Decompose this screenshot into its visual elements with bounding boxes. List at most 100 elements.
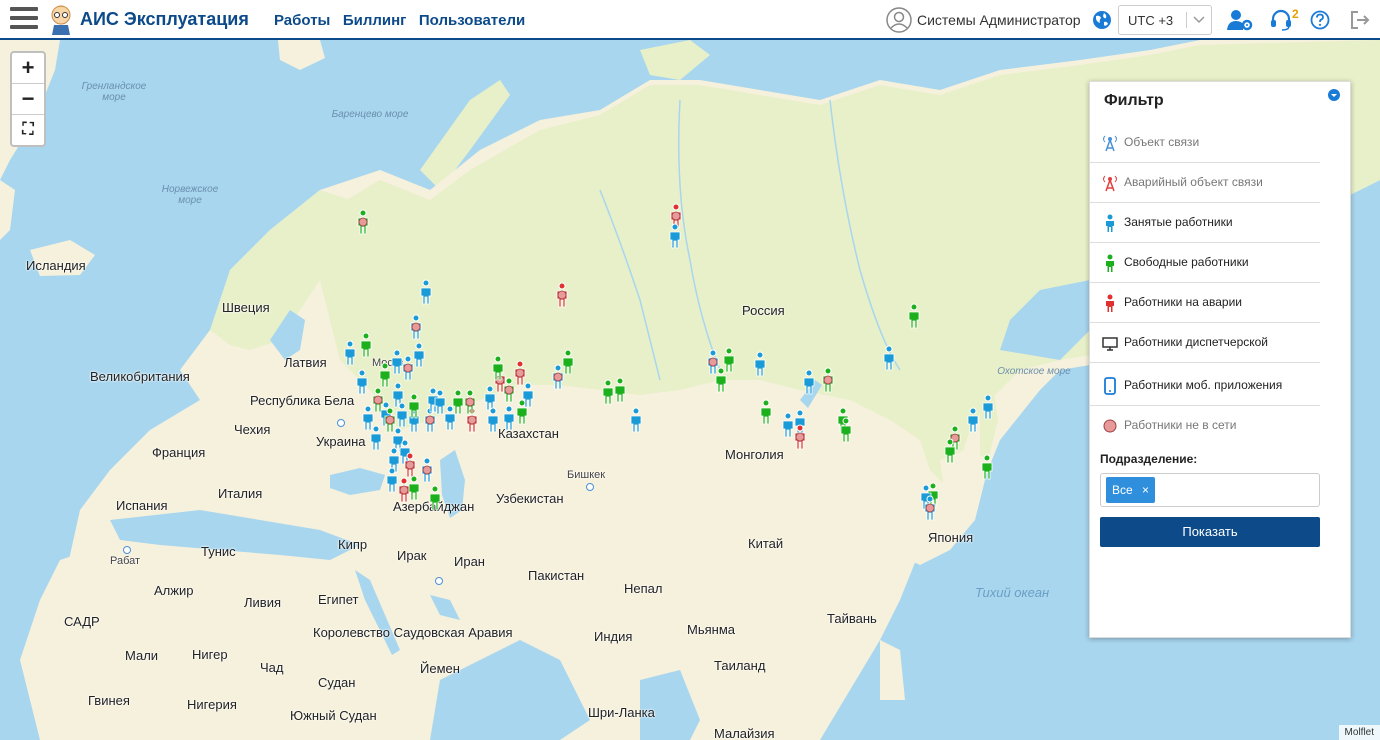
country-label: Мьянма: [687, 622, 735, 637]
filter-panel: Фильтр Объект связи Аварийный объект связ…: [1089, 81, 1351, 638]
worker-free-marker[interactable]: [821, 367, 835, 393]
country-label: Иран: [454, 554, 485, 569]
zoom-in-button[interactable]: +: [12, 53, 44, 84]
nav-users[interactable]: Пользователи: [419, 12, 525, 29]
zoom-control: + − ⛶: [10, 51, 46, 147]
filter-item-label: Объект связи: [1124, 135, 1200, 149]
filter-item-monitor[interactable]: Работники диспетчерской: [1090, 322, 1320, 363]
country-label: Исландия: [26, 258, 86, 273]
country-label: Судан: [318, 675, 356, 690]
nav-works[interactable]: Работы: [274, 12, 330, 29]
country-label: Нигер: [192, 647, 228, 662]
worker-free-icon: [1101, 254, 1119, 272]
worker-busy-marker[interactable]: [923, 495, 937, 521]
worker-free-marker[interactable]: [378, 362, 392, 388]
map-attribution[interactable]: Molflet: [1338, 725, 1380, 740]
worker-free-marker[interactable]: [359, 332, 373, 358]
worker-free-marker[interactable]: [428, 485, 442, 511]
worker-busy-marker[interactable]: [343, 340, 357, 366]
filter-item-label: Работники моб. приложения: [1124, 378, 1283, 392]
filter-item-worker-alarm[interactable]: Работники на аварии: [1090, 282, 1320, 323]
worker-free-marker[interactable]: [613, 377, 627, 403]
worker-busy-marker[interactable]: [355, 369, 369, 395]
worker-alarm-marker[interactable]: [793, 424, 807, 450]
worker-busy-marker[interactable]: [486, 407, 500, 433]
zoom-out-button[interactable]: −: [12, 84, 44, 115]
country-label: Египет: [318, 592, 359, 607]
country-label: Непал: [624, 581, 663, 596]
worker-busy-marker[interactable]: [668, 223, 682, 249]
city-dot: [337, 419, 345, 427]
filter-item-mobile[interactable]: Работники моб. приложения: [1090, 365, 1320, 406]
subdivision-label: Подразделение:: [1100, 452, 1198, 466]
worker-busy-marker[interactable]: [502, 405, 516, 431]
top-bar: АИС Эксплуатация Работы Биллинг Пользова…: [0, 0, 1380, 40]
menu-icon[interactable]: [10, 7, 38, 33]
country-label: Королевство Саудовская Аравия: [313, 625, 513, 640]
worker-free-marker[interactable]: [463, 389, 477, 415]
worker-alarm-marker[interactable]: [555, 282, 569, 308]
worker-busy-marker[interactable]: [412, 342, 426, 368]
worker-busy-marker[interactable]: [882, 345, 896, 371]
chevron-down-circle-icon[interactable]: [1328, 89, 1340, 101]
worker-free-marker[interactable]: [943, 438, 957, 464]
worker-free-marker[interactable]: [383, 407, 397, 433]
worker-free-marker[interactable]: [561, 349, 575, 375]
filter-item-worker-busy[interactable]: Занятые работники: [1090, 202, 1320, 243]
filter-item-antenna[interactable]: Объект связи: [1090, 122, 1320, 163]
chip-remove-icon[interactable]: ×: [1142, 483, 1149, 497]
worker-busy-marker[interactable]: [433, 389, 447, 415]
offline-dot-icon: [1101, 417, 1119, 435]
sea-label: Охотское море: [997, 366, 1071, 377]
worker-busy-marker[interactable]: [981, 394, 995, 420]
worker-busy-marker[interactable]: [629, 407, 643, 433]
country-label: Кипр: [338, 537, 368, 552]
headset-icon[interactable]: [1270, 9, 1292, 31]
worker-busy-marker[interactable]: [966, 407, 980, 433]
support-count-badge: 2: [1292, 7, 1299, 21]
worker-free-marker[interactable]: [907, 303, 921, 329]
filter-item-offline-dot[interactable]: Работники не в сети: [1090, 405, 1320, 445]
filter-item-worker-free[interactable]: Свободные работники: [1090, 242, 1320, 283]
show-button[interactable]: Показать: [1100, 517, 1320, 547]
worker-free-marker[interactable]: [407, 393, 421, 419]
worker-free-marker[interactable]: [759, 399, 773, 425]
worker-free-marker[interactable]: [980, 454, 994, 480]
user-avatar-icon[interactable]: [886, 7, 912, 33]
country-label: Южный Судан: [290, 708, 377, 723]
filter-item-label: Занятые работники: [1124, 215, 1233, 229]
worker-busy-marker[interactable]: [419, 279, 433, 305]
worker-busy-marker[interactable]: [802, 369, 816, 395]
antenna-alarm-icon: [1101, 174, 1119, 192]
user-settings-icon[interactable]: [1227, 9, 1253, 31]
logout-icon[interactable]: [1350, 10, 1370, 30]
timezone-select[interactable]: UTC +3: [1118, 5, 1212, 35]
nav-billing[interactable]: Биллинг: [343, 12, 407, 29]
help-icon[interactable]: [1310, 10, 1330, 30]
worker-busy-marker[interactable]: [409, 314, 423, 340]
worker-busy-marker[interactable]: [420, 457, 434, 483]
subdivision-select[interactable]: Все ×: [1100, 473, 1320, 507]
city-label: Бишкек: [567, 469, 606, 481]
country-label: Испания: [116, 498, 168, 513]
worker-busy-marker[interactable]: [753, 351, 767, 377]
subdivision-chip: Все ×: [1106, 477, 1156, 503]
country-label: Йемен: [420, 661, 460, 676]
filter-item-antenna-alarm[interactable]: Аварийный объект связи: [1090, 162, 1320, 203]
worker-free-marker[interactable]: [407, 475, 421, 501]
app-logo: [51, 5, 71, 35]
country-label: Монголия: [725, 447, 784, 462]
worker-free-marker[interactable]: [502, 377, 516, 403]
fullscreen-button[interactable]: ⛶: [12, 115, 44, 145]
worker-busy-marker[interactable]: [521, 382, 535, 408]
country-label: Индия: [594, 629, 633, 644]
worker-free-marker[interactable]: [714, 367, 728, 393]
worker-free-marker[interactable]: [839, 417, 853, 443]
country-label: Франция: [152, 445, 206, 460]
worker-busy-marker[interactable]: [369, 425, 383, 451]
worker-free-marker[interactable]: [356, 209, 370, 235]
sea-label: Гренландское море: [81, 81, 147, 103]
user-name[interactable]: Системы Администратор: [917, 12, 1081, 28]
city-dot: [586, 483, 594, 491]
ocean-label: Тихий океан: [975, 585, 1050, 600]
